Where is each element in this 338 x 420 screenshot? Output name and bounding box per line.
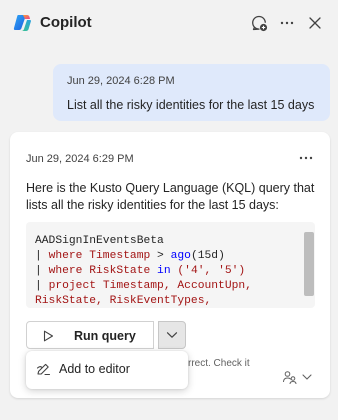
user-message-text: List all the risky identities for the la… [67,98,315,112]
menu-item-label: Add to editor [59,362,130,376]
new-chat-button[interactable] [248,12,270,34]
run-query-button[interactable]: Run query [26,321,154,349]
add-to-editor-icon [36,363,51,376]
close-button[interactable] [304,12,326,34]
play-icon [43,330,54,342]
chevron-down-icon [302,374,312,380]
code-table: AADSignInEventsBeta [35,235,164,247]
code-keyword-project: project [48,280,97,292]
code-keyword-where: where [48,265,83,277]
disclaimer-text: rrect. Check it [188,358,250,369]
app-title: Copilot [40,14,92,31]
more-options-button[interactable] [276,12,298,34]
response-timestamp: Jun 29, 2024 6:29 PM [26,153,134,165]
chevron-down-icon [166,332,178,338]
copilot-logo-icon [12,13,32,33]
code-function-ago: ago [170,250,191,262]
user-message-timestamp: Jun 29, 2024 6:28 PM [67,75,175,87]
more-options-icon [280,21,294,25]
kql-code-block[interactable]: AADSignInEventsBeta | where Timestamp > … [26,222,315,308]
code-keyword-where: where [48,250,83,262]
response-more-button[interactable] [296,150,316,166]
close-icon [309,17,321,29]
more-options-icon [299,156,313,160]
code-scrollbar[interactable] [304,232,314,296]
response-intro-text: Here is the Kusto Query Language (KQL) q… [26,181,315,212]
kql-code: AADSignInEventsBeta | where Timestamp > … [35,235,252,307]
feedback-button[interactable] [282,368,316,386]
user-message: Jun 29, 2024 6:28 PM List all the risky … [53,64,330,121]
run-query-menu: Add to editor [26,351,188,389]
run-query-dropdown-button[interactable] [158,321,186,349]
menu-item-add-to-editor[interactable]: Add to editor [26,351,188,389]
run-query-label: Run query [74,329,136,343]
new-chat-icon [252,15,268,32]
people-feedback-icon [283,371,297,385]
header: Copilot [0,0,338,46]
